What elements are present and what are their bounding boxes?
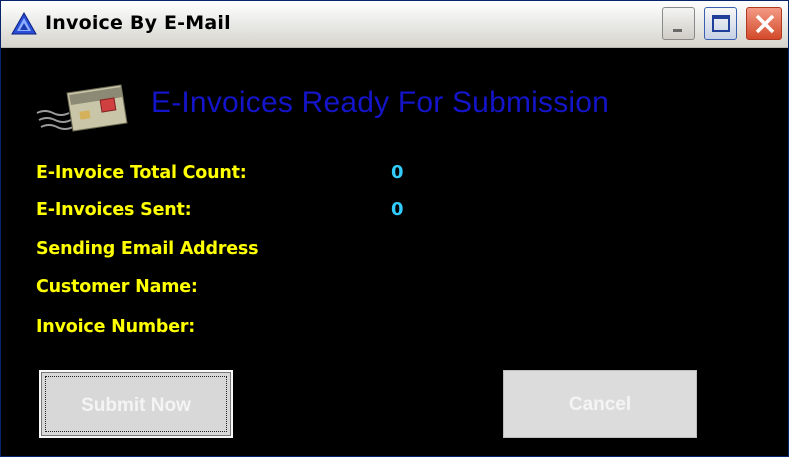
- close-button[interactable]: [746, 7, 782, 40]
- sent-label: E-Invoices Sent:: [36, 200, 192, 220]
- minimize-button[interactable]: [662, 7, 695, 40]
- header-title: E-Invoices Ready For Submission: [151, 86, 610, 119]
- maximize-icon: [712, 15, 730, 32]
- submit-now-label: Submit Now: [81, 395, 191, 416]
- total-count-label: E-Invoice Total Count:: [36, 163, 247, 183]
- maximize-button[interactable]: [704, 7, 737, 40]
- invoice-number-label: Invoice Number:: [36, 317, 196, 337]
- submit-now-button[interactable]: Submit Now: [39, 370, 233, 438]
- minimize-icon: [673, 29, 682, 32]
- close-icon: [755, 14, 775, 34]
- cancel-button[interactable]: Cancel: [503, 370, 697, 438]
- app-triangle-icon: [11, 12, 37, 35]
- invoice-email-window: Invoice By E-Mail E-Invoices Ready For S…: [0, 0, 789, 457]
- total-count-value: 0: [391, 162, 404, 183]
- window-title: Invoice By E-Mail: [45, 12, 231, 34]
- title-bar[interactable]: Invoice By E-Mail: [1, 1, 788, 48]
- cancel-label: Cancel: [568, 394, 632, 415]
- customer-name-label: Customer Name:: [36, 277, 198, 297]
- sent-value: 0: [391, 199, 404, 220]
- sending-email-label: Sending Email Address: [36, 239, 259, 259]
- email-card-icon: [36, 84, 128, 132]
